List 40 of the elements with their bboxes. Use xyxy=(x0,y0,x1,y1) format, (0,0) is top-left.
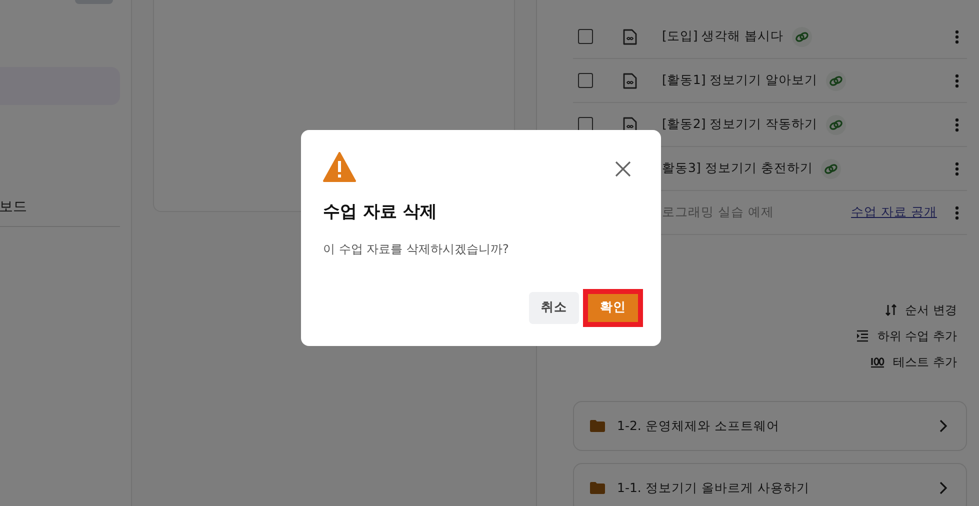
material-title[interactable]: 로그래밍 실습 예제 xyxy=(662,203,774,222)
link-icon xyxy=(820,158,841,178)
more-icon[interactable] xyxy=(955,162,959,176)
folder-card[interactable]: 1-1. 정보기기 올바르게 사용하기 xyxy=(573,463,967,506)
folder-icon xyxy=(590,420,605,432)
indent-icon xyxy=(856,330,870,342)
dialog-message: 이 수업 자료를 삭제하시겠습니까? xyxy=(323,240,510,258)
confirm-button[interactable]: 확인 xyxy=(583,288,643,326)
folder-title: 1-2. 운영체제와 소프트웨어 xyxy=(617,416,780,435)
more-icon[interactable] xyxy=(955,118,959,132)
link-icon xyxy=(826,70,846,90)
folder-icon xyxy=(590,482,605,494)
more-icon[interactable] xyxy=(955,74,959,88)
link-icon xyxy=(826,114,846,134)
material-title[interactable]: [활동2] 정보기기 작동하기 xyxy=(662,115,818,134)
more-icon[interactable] xyxy=(955,206,959,220)
folder-title: 1-1. 정보기기 올바르게 사용하기 xyxy=(617,478,810,497)
hundred-icon xyxy=(870,356,886,368)
sidebar-item[interactable]: 보드 xyxy=(0,197,131,218)
folder-card[interactable]: 1-2. 운영체제와 소프트웨어 xyxy=(573,401,967,451)
action-button[interactable]: 테스트 추가 xyxy=(870,353,957,371)
close-button[interactable] xyxy=(615,160,631,180)
chevron-icon[interactable] xyxy=(939,481,948,495)
action-button[interactable]: 순서 변경 xyxy=(885,301,957,319)
more-icon[interactable] xyxy=(955,30,959,44)
publish-link[interactable]: 수업 자료 공개 xyxy=(851,203,937,222)
material-title[interactable]: [활동1] 정보기기 알아보기 xyxy=(662,71,818,90)
checkbox[interactable] xyxy=(578,29,593,44)
file-icon xyxy=(623,28,637,44)
material-title[interactable]: 활동3] 정보기기 충전하기 xyxy=(662,159,813,178)
link-icon xyxy=(792,26,812,46)
material-title[interactable]: [도입] 생각해 봅시다 xyxy=(662,27,784,46)
warning-icon xyxy=(323,152,356,182)
action-button[interactable]: 하위 수업 추가 xyxy=(856,327,957,345)
file-icon xyxy=(623,72,637,88)
cancel-button[interactable]: 취소 xyxy=(529,292,579,324)
dialog-title: 수업 자료 삭제 xyxy=(323,201,438,224)
checkbox[interactable] xyxy=(578,73,593,88)
chevron-icon[interactable] xyxy=(939,419,948,433)
sort-icon xyxy=(885,304,898,316)
